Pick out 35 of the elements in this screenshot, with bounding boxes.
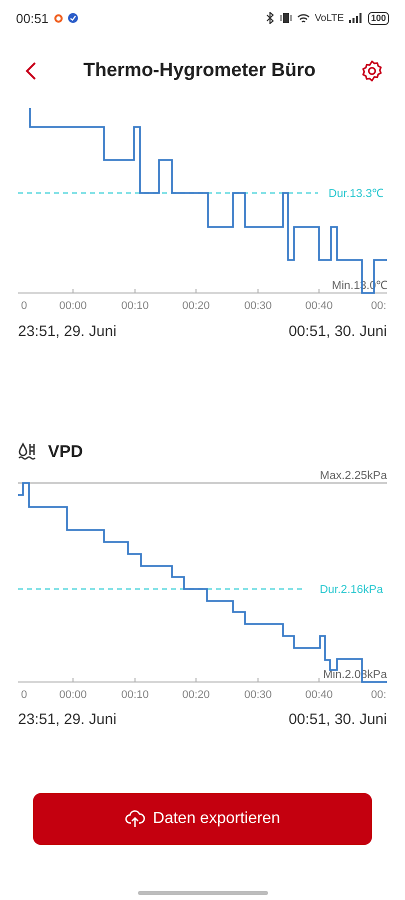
water-drop-icon — [18, 442, 38, 462]
bluetooth-icon — [266, 12, 275, 24]
ring-icon — [54, 14, 63, 22]
tick-label: 00:20 — [182, 689, 210, 701]
tick-label: 00: — [371, 300, 386, 312]
tick-label: 00:20 — [182, 300, 210, 312]
export-button[interactable]: Daten exportieren — [33, 793, 372, 845]
tick-label: 00:10 — [121, 300, 149, 312]
clock: 00:51 — [16, 10, 49, 26]
chart-title: VPD — [48, 442, 83, 462]
tick-label: 00:10 — [121, 689, 149, 701]
signal-icon — [348, 13, 363, 23]
tick-label: 00:30 — [244, 300, 272, 312]
battery-level: 100 — [368, 12, 389, 24]
average-label: Dur.2.16kPa — [320, 584, 383, 596]
average-label: Dur.13.3℃ — [328, 188, 383, 200]
tick-label: 0 — [21, 300, 28, 312]
max-label: Max.2.25kPa — [320, 470, 387, 482]
wifi-icon — [296, 12, 310, 24]
tick-label: 00:40 — [305, 689, 333, 701]
tick-label: 00: — [371, 689, 386, 701]
circle-icon — [68, 13, 78, 23]
end-date: 00:51, 30. Juni — [288, 710, 387, 728]
page-title: Thermo-Hygrometer Büro — [83, 60, 316, 82]
tick-label: 00:00 — [59, 300, 87, 312]
tick-label: 0 — [21, 689, 28, 701]
vibrate-icon — [280, 12, 292, 24]
start-date: 23:51, 29. Juni — [18, 710, 116, 728]
end-date: 00:51, 30. Juni — [288, 322, 387, 340]
network-label: VoLTE — [314, 12, 344, 24]
cloud-upload-icon — [124, 810, 145, 828]
start-date: 23:51, 29. Juni — [18, 322, 116, 340]
tick-label: 00:30 — [244, 689, 272, 701]
tick-label: 00:40 — [305, 300, 333, 312]
tick-label: 00:00 — [59, 689, 87, 701]
